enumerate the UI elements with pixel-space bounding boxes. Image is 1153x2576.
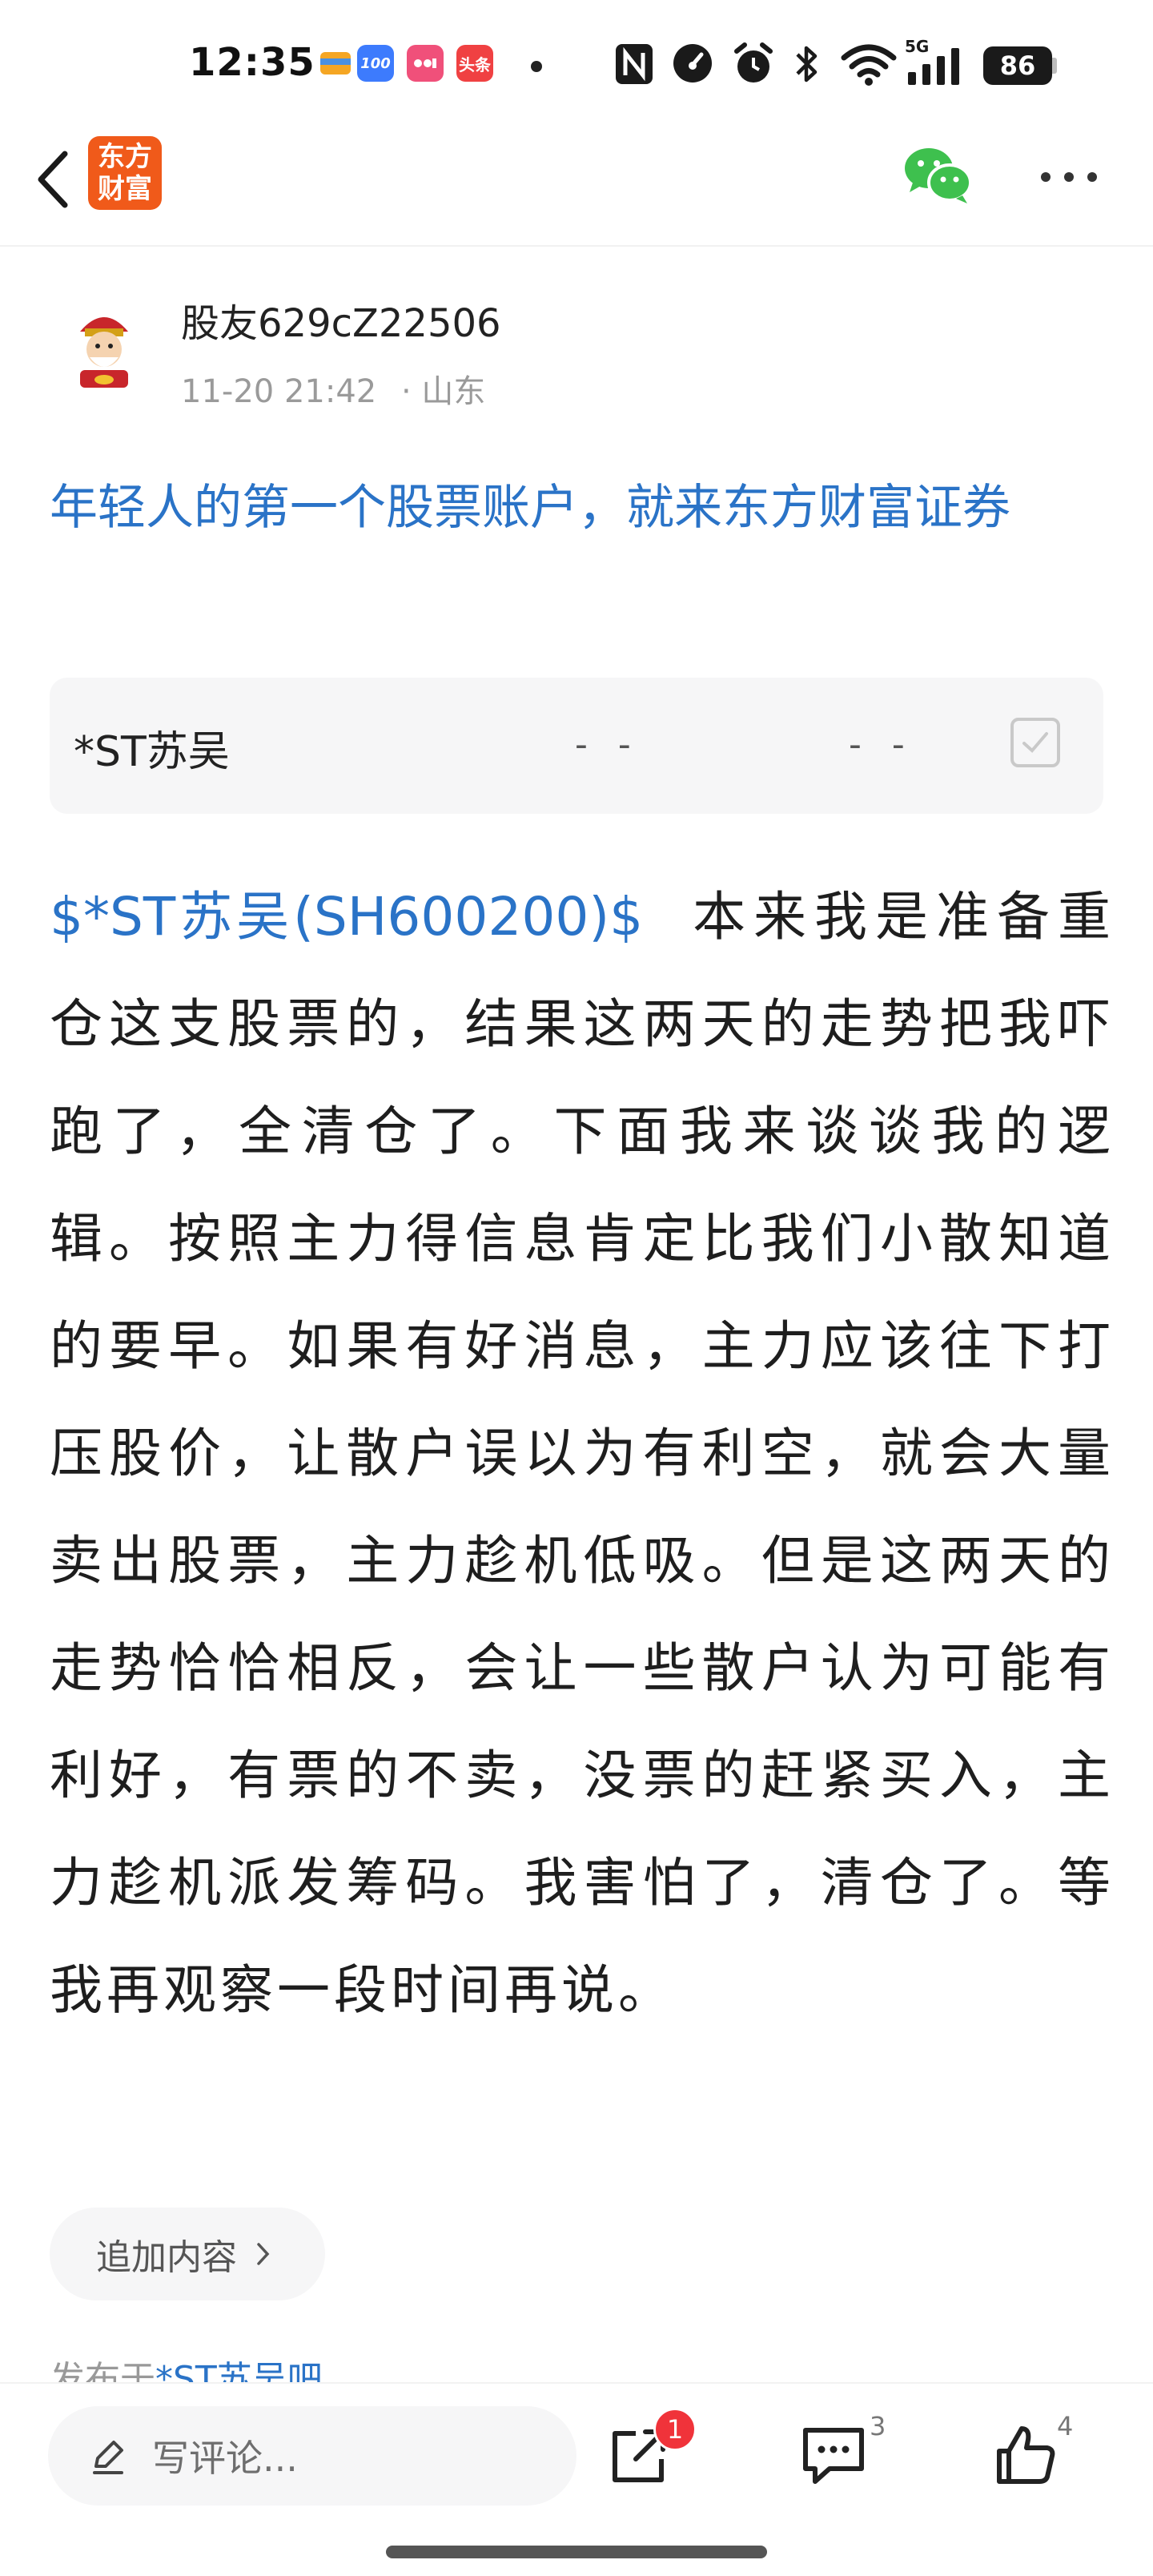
author-name[interactable]: 股友629cZ22506 — [181, 292, 501, 348]
stock-tag-link[interactable]: $*ST苏吴(SH600200)$ — [50, 886, 643, 948]
battery-indicator: 86 — [983, 46, 1052, 85]
comment-input[interactable]: 写评论... — [48, 2406, 576, 2506]
stock-bar-link[interactable]: *ST苏吴吧 — [155, 2359, 323, 2382]
stock-quote-card[interactable]: *ST苏吴 - - - - — [50, 678, 1103, 814]
caishen-avatar-icon — [56, 296, 152, 392]
stock-name: *ST苏吴 — [74, 728, 230, 776]
taobao-100-app-icon: 100 — [357, 45, 394, 82]
append-label: 追加内容 — [96, 2237, 237, 2278]
promo-title-link[interactable]: 年轻人的第一个股票账户，就来东方财富证券 — [50, 466, 1115, 549]
logo-line-1: 东方 — [98, 141, 152, 173]
back-button[interactable] — [21, 139, 85, 219]
append-content-button[interactable]: 追加内容 — [50, 2208, 325, 2300]
nfc-icon — [616, 44, 653, 84]
battery-tip — [1052, 58, 1057, 74]
pencil-icon — [93, 2441, 123, 2474]
more-notifications-dot — [531, 61, 542, 72]
home-indicator[interactable] — [386, 2546, 767, 2558]
post-date: 11-20 21:42 — [181, 373, 377, 410]
top-nav-bar: 东方 财富 — [0, 128, 1153, 247]
status-bar: 12:35 100 头条 5G 86 — [0, 0, 1153, 128]
comment-button[interactable]: 3 — [797, 2411, 886, 2499]
share-badge: 1 — [653, 2408, 697, 2451]
post-meta: 11-20 21:42 · 山东 — [181, 365, 485, 412]
chevron-right-icon — [257, 2243, 270, 2265]
eastmoney-logo: 东方 财富 — [88, 136, 162, 210]
published-prefix: 发布于 — [50, 2359, 155, 2382]
signal-5g-icon: 5G — [905, 37, 977, 87]
stock-change: - - — [849, 724, 914, 765]
logo-line-2: 财富 — [98, 173, 152, 205]
post-text: 本来我是准备重仓这支股票的，结果这两天的走势把我吓跑了，全清仓了。下面我来谈谈我… — [50, 886, 1115, 2021]
wechat-share-button[interactable] — [902, 143, 974, 207]
alarm-icon — [734, 42, 773, 83]
more-options-button[interactable] — [1033, 157, 1105, 197]
published-in: 发布于*ST苏吴吧 — [50, 2350, 323, 2382]
toutiao-app-icon: 头条 — [456, 45, 493, 82]
status-time: 12:35 — [189, 40, 315, 85]
speedometer-icon — [673, 44, 712, 83]
post-location: 山东 — [421, 373, 486, 410]
comment-bubble-icon — [803, 2428, 864, 2484]
author-avatar[interactable] — [56, 296, 152, 392]
comment-placeholder: 写评论... — [152, 2437, 298, 2480]
share-button[interactable]: 1 — [604, 2408, 697, 2499]
more-dots-icon — [1041, 172, 1097, 182]
wechat-icon — [905, 148, 972, 203]
chevron-left-icon — [38, 151, 68, 208]
like-count: 4 — [1057, 2411, 1074, 2441]
wallet-app-icon — [317, 45, 354, 82]
stock-price: - - — [575, 724, 641, 765]
xiaohongshu-app-icon — [407, 45, 444, 82]
bluetooth-icon — [796, 46, 818, 83]
check-icon — [1022, 732, 1048, 753]
add-watchlist-checkbox[interactable] — [1010, 718, 1060, 767]
wifi-icon — [841, 44, 897, 86]
bottom-action-bar: 写评论... 1 3 4 — [0, 2382, 1153, 2576]
thumbs-up-icon — [997, 2426, 1055, 2484]
post-body: $*ST苏吴(SH600200)$ 本来我是准备重仓这支股票的，结果这两天的走势… — [50, 863, 1115, 2044]
comment-count: 3 — [870, 2411, 886, 2441]
meta-separator: · — [400, 373, 412, 410]
like-button[interactable]: 4 — [990, 2411, 1078, 2499]
